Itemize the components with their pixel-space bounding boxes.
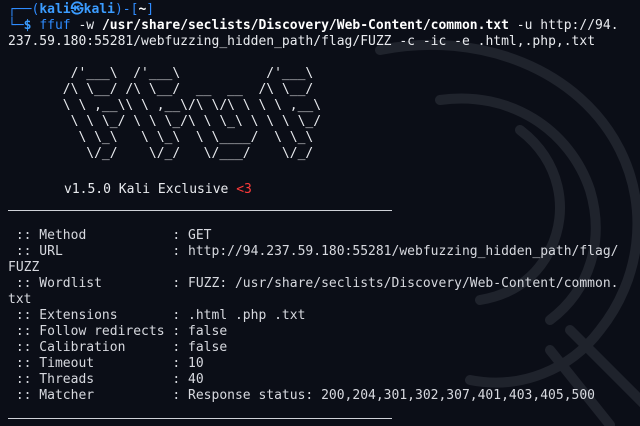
cmd-wordlist: /usr/share/seclists/Discovery/Web-Conten… — [101, 18, 509, 33]
version-line: v1.5.0 Kali Exclusive <3 — [64, 182, 252, 198]
config-value: FUZZ — [8, 260, 40, 275]
prompt-dollar: $ — [23, 18, 32, 33]
config-value: http://94.237.59.180:55281/webfuzzing_hi… — [188, 244, 619, 259]
config-key: :: Calibration : — [8, 340, 189, 355]
config-value: Response status: 200,204,301,302,307,401… — [188, 388, 596, 403]
prompt-host: kali — [83, 2, 115, 17]
config-row-calibration: :: Calibration : false — [8, 340, 227, 356]
cmd-extensions: .html,.php,.txt — [477, 34, 596, 49]
terminal-cursor — [36, 413, 44, 426]
config-key: :: Timeout : — [8, 356, 189, 371]
config-key: :: Extensions : — [8, 308, 189, 323]
config-value: txt — [8, 292, 32, 307]
prompt-end: ] — [146, 2, 155, 17]
config-row-follow-redirects: :: Follow redirects : false — [8, 324, 227, 340]
prompt-at-symbol: ㉿ — [70, 2, 84, 17]
config-row-matcher: :: Matcher : Response status: 200,204,30… — [8, 388, 595, 404]
config-value: 40 — [188, 372, 204, 387]
config-row-wordlist: :: Wordlist : FUZZ: /usr/share/seclists/… — [8, 276, 619, 292]
banner-line: /'___\ /'___\ /'___\ — [8, 66, 314, 81]
heart-text: <3 — [236, 182, 252, 197]
cmd-flag-u: -u — [516, 18, 533, 33]
kali-dragon-watermark-icon — [375, 39, 640, 426]
prompt-user: kali — [39, 2, 71, 17]
terminal-window[interactable]: ┌──(kali㉿kali)-[~] └─$ ffuf -w /usr/shar… — [0, 0, 640, 426]
banner-line: /\ \__/ /\ \__/ __ __ /\ \__/ — [8, 82, 314, 97]
command-line[interactable]: └─$ ffuf -w /usr/share/seclists/Discover… — [8, 18, 619, 34]
config-key: :: Wordlist : — [8, 276, 189, 291]
banner-line: \ \_\ \ \_\ \ \____/ \ \_\ — [8, 130, 314, 145]
config-row-url: :: URL : http://94.237.59.180:55281/webf… — [8, 244, 619, 260]
config-row-timeout: :: Timeout : 10 — [8, 356, 204, 372]
config-row-wordlist-wrap: txt — [8, 292, 31, 308]
banner-line: \/_/ \/_/ \/___/ \/_/ — [8, 146, 314, 161]
prompt-corner-bottom: └─ — [8, 18, 24, 33]
banner-line: \ \ ,__\\ \ ,__\/\ \/\ \ \ \ ,__\ — [8, 98, 322, 113]
config-row-url-wrap: FUZZ — [8, 260, 39, 276]
config-key: :: Method : — [8, 228, 189, 243]
config-value: .html .php .txt — [188, 308, 306, 323]
config-key: :: Follow redirects : — [8, 324, 189, 339]
cmd-flag-w: -w — [78, 18, 95, 33]
prompt-mid: )-[ — [114, 2, 139, 17]
config-value: false — [188, 324, 228, 339]
config-row-threads: :: Threads : 40 — [8, 372, 204, 388]
config-key: :: Matcher : — [8, 388, 189, 403]
banner-line: \ \ \_/ \ \ \_/\ \ \_\ \ \ \ \_/ — [8, 114, 322, 129]
config-row-extensions: :: Extensions : .html .php .txt — [8, 308, 306, 324]
config-row-method: :: Method : GET — [8, 228, 212, 244]
cmd-url-part2: 237.59.180:55281/webfuzzing_hidden_path/… — [8, 34, 392, 49]
config-key: :: Threads : — [8, 372, 189, 387]
separator-rule-bottom — [8, 418, 392, 419]
cmd-flag-ic: -ic — [422, 34, 447, 49]
config-value: GET — [188, 228, 212, 243]
command-line-wrap: 237.59.180:55281/webfuzzing_hidden_path/… — [8, 34, 595, 50]
cmd-url-part1: http://94. — [540, 18, 619, 33]
cmd-flag-e: -e — [454, 34, 470, 49]
cmd-program: ffuf — [39, 18, 71, 33]
prompt-corner-top: ┌──( — [8, 2, 40, 17]
prompt-line-top: ┌──(kali㉿kali)-[~] — [8, 2, 154, 18]
cmd-flag-c: -c — [399, 34, 415, 49]
config-value: false — [188, 340, 228, 355]
separator-rule — [8, 210, 392, 211]
config-value: FUZZ: /usr/share/seclists/Discovery/Web-… — [188, 276, 619, 291]
config-value: 10 — [188, 356, 204, 371]
config-key: :: URL : — [8, 244, 189, 259]
version-text: v1.5.0 Kali Exclusive — [64, 182, 229, 197]
